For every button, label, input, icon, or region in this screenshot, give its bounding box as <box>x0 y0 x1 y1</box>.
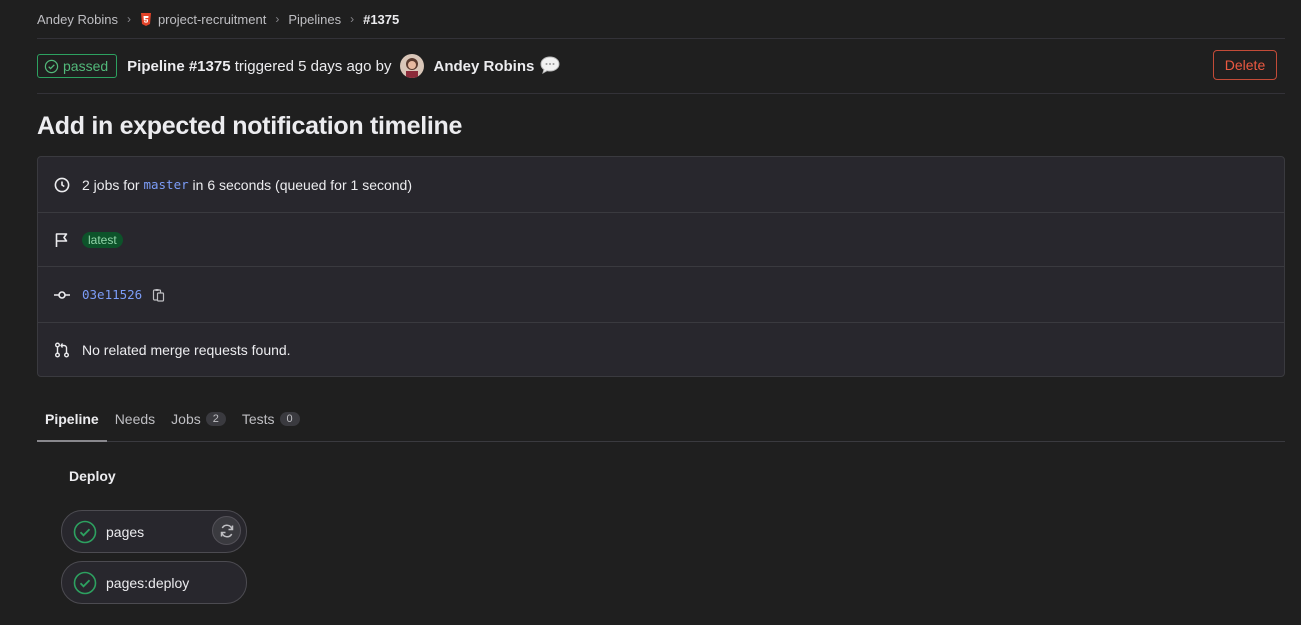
copy-icon[interactable] <box>152 288 166 302</box>
check-circle-icon <box>44 59 59 74</box>
breadcrumb-current[interactable]: #1375 <box>363 12 399 27</box>
jobs-count-badge: 2 <box>205 412 226 426</box>
breadcrumb-user[interactable]: Andey Robins <box>37 12 118 27</box>
chevron-right-icon: › <box>350 12 355 26</box>
tab-label: Jobs <box>171 411 201 427</box>
job-pill[interactable]: pages:deploy <box>61 561 247 604</box>
breadcrumb-pipelines[interactable]: Pipelines <box>288 12 341 27</box>
pipeline-header: passed Pipeline #1375 triggered 5 days a… <box>37 39 1285 94</box>
job-name: pages:deploy <box>106 574 190 591</box>
retry-button[interactable] <box>212 516 241 545</box>
commit-row: 03e11526 <box>38 267 1284 323</box>
jobs-prefix: 2 jobs for <box>82 176 140 193</box>
check-circle-icon <box>73 520 97 544</box>
job-name: pages <box>106 523 145 540</box>
pipeline-info-text: Pipeline #1375 triggered 5 days ago by <box>127 58 391 75</box>
chevron-right-icon: › <box>275 12 280 26</box>
pipeline-details-card: 2 jobs for master in 6 seconds (queued f… <box>37 156 1285 377</box>
stage-title: Deploy <box>69 468 116 484</box>
jobs-suffix: in 6 seconds (queued for 1 second) <box>192 176 413 193</box>
tests-count-badge: 0 <box>279 412 300 426</box>
author-name[interactable]: Andey Robins <box>434 58 535 75</box>
check-circle-icon <box>73 571 97 595</box>
latest-badge: latest <box>82 231 123 248</box>
clock-icon <box>54 177 70 193</box>
pipeline-label: Pipeline #1375 <box>127 57 231 75</box>
triggered-text: triggered 5 days ago by <box>234 57 392 75</box>
breadcrumb: Andey Robins › project-recruitment › Pip… <box>37 0 1285 39</box>
commit-icon <box>54 287 70 303</box>
tab-tests[interactable]: Tests 0 <box>234 397 308 441</box>
merge-request-icon <box>54 342 70 358</box>
tab-pipeline[interactable]: Pipeline <box>37 397 107 442</box>
tab-label: Tests <box>241 411 275 427</box>
page-title: Add in expected notification timeline <box>37 112 463 140</box>
merge-requests-row: No related merge requests found. <box>38 323 1284 376</box>
tags-row: latest <box>38 213 1284 267</box>
merge-requests-text: No related merge requests found. <box>82 341 291 358</box>
commit-sha-link[interactable]: 03e11526 <box>82 287 142 302</box>
avatar[interactable] <box>399 54 424 78</box>
pipeline-tabs: Pipeline Needs Jobs 2 Tests 0 <box>37 397 1285 442</box>
job-pill[interactable]: pages <box>61 510 247 553</box>
delete-button[interactable]: Delete <box>1213 50 1277 80</box>
status-label: passed <box>63 58 109 74</box>
branch-link[interactable]: master <box>143 177 188 192</box>
status-badge[interactable]: passed <box>37 54 118 78</box>
tab-label: Pipeline <box>45 411 99 427</box>
speech-bubble-icon <box>539 55 561 78</box>
tab-label: Needs <box>114 411 156 427</box>
page-wrapper: Andey Robins › project-recruitment › Pip… <box>37 0 1285 442</box>
chevron-right-icon: › <box>126 12 131 26</box>
tab-jobs[interactable]: Jobs 2 <box>163 397 234 441</box>
retry-icon <box>219 523 235 539</box>
flag-icon <box>54 232 70 248</box>
breadcrumb-project[interactable]: project-recruitment <box>158 12 266 27</box>
jobs-summary-row: 2 jobs for master in 6 seconds (queued f… <box>38 157 1284 213</box>
project-icon <box>140 12 152 26</box>
tab-needs[interactable]: Needs <box>107 397 163 441</box>
